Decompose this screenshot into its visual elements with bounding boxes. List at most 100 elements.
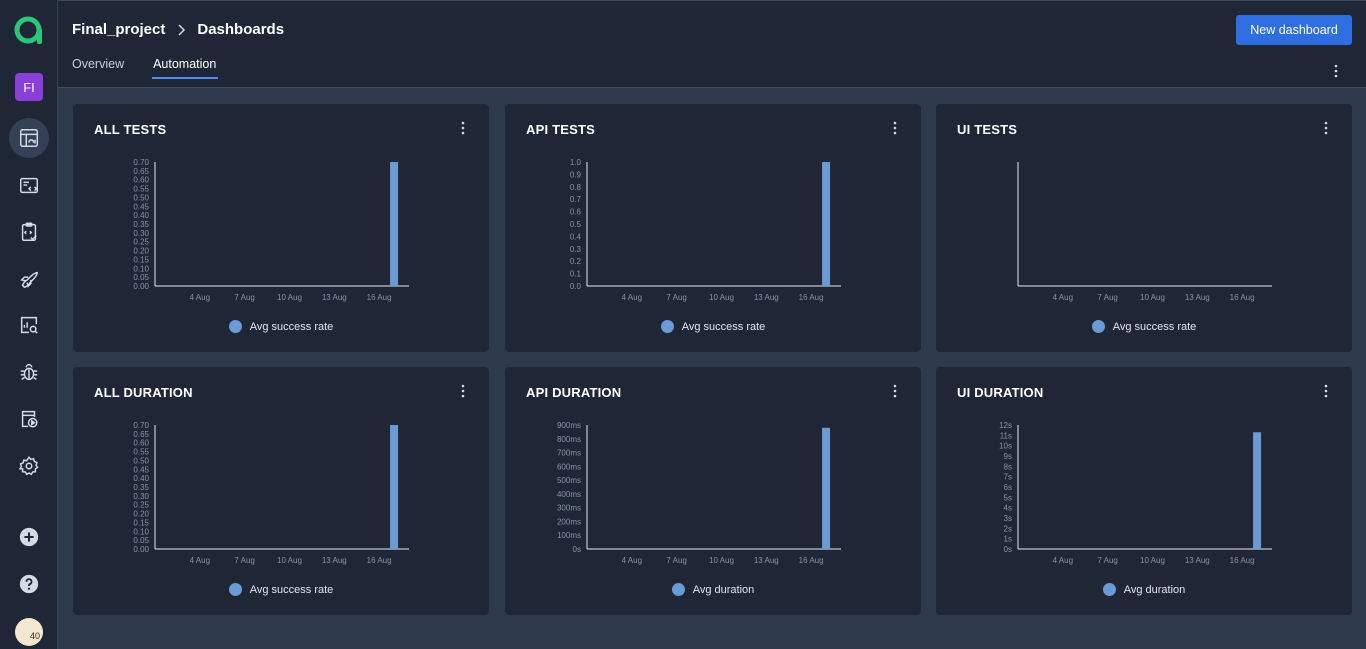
sidebar-item-test-cases[interactable] — [9, 212, 49, 252]
widget-more-button[interactable] — [887, 120, 903, 136]
widget-more-button[interactable] — [887, 383, 903, 399]
sidebar-item-tests[interactable] — [9, 166, 49, 206]
sidebar-item-launches[interactable] — [9, 259, 49, 299]
y-tick-label: 900ms — [557, 421, 581, 430]
y-tick-label: 0.60 — [133, 176, 149, 185]
chart-legend: Avg duration — [505, 583, 921, 596]
x-tick-label: 10 Aug — [1140, 293, 1165, 302]
widget-more-button[interactable] — [455, 383, 471, 399]
header-more-button[interactable] — [1328, 63, 1344, 79]
y-tick-label: 700ms — [557, 449, 581, 458]
x-tick-label: 13 Aug — [322, 556, 347, 565]
breadcrumb: Final_project Dashboards — [72, 21, 284, 38]
y-tick-label: 0.45 — [133, 202, 149, 211]
legend-label: Avg success rate — [681, 320, 766, 333]
chevron-right-icon — [178, 23, 186, 36]
new-dashboard-button[interactable]: New dashboard — [1236, 15, 1352, 45]
y-tick-label: 0.9 — [570, 170, 582, 179]
app-logo-icon[interactable] — [13, 14, 45, 46]
legend-swatch[interactable] — [1102, 583, 1116, 596]
more-vertical-icon — [893, 384, 897, 398]
y-tick-label: 0.20 — [133, 510, 149, 519]
y-tick-label: 3s — [1004, 514, 1012, 523]
x-tick-label: 13 Aug — [1185, 556, 1210, 565]
widget-title: API TESTS — [526, 122, 595, 137]
legend-swatch[interactable] — [228, 583, 242, 596]
sidebar-item-reports[interactable] — [9, 305, 49, 345]
chart-legend: Avg duration — [936, 583, 1352, 596]
legend-swatch[interactable] — [660, 320, 674, 333]
y-tick-label: 0.10 — [133, 264, 149, 273]
y-tick-label: 1s — [1004, 535, 1012, 544]
x-tick-label: 13 Aug — [322, 293, 347, 302]
y-tick-label: 0.35 — [133, 483, 149, 492]
widget-title: ALL TESTS — [94, 122, 167, 137]
more-vertical-icon — [1324, 384, 1328, 398]
chart-legend: Avg success rate — [73, 583, 489, 596]
widget-more-button[interactable] — [1318, 120, 1334, 136]
y-tick-label: 0.05 — [133, 273, 149, 282]
project-badge[interactable]: FI — [15, 73, 43, 101]
y-tick-label: 0.2 — [570, 257, 582, 266]
y-tick-label: 0.55 — [133, 448, 149, 457]
widget-more-button[interactable] — [455, 120, 471, 136]
more-vertical-icon — [1324, 121, 1328, 135]
widget-title: UI DURATION — [957, 385, 1044, 400]
rocket-icon — [20, 271, 38, 289]
tab-automation[interactable]: Automation — [152, 57, 219, 79]
legend-swatch[interactable] — [228, 320, 242, 333]
tab-overview[interactable]: Overview — [72, 57, 124, 79]
plus-circle-icon — [19, 527, 39, 547]
chart-bar — [822, 427, 831, 549]
y-tick-label: 0.65 — [133, 430, 149, 439]
sidebar: FI 40 — [0, 0, 58, 649]
widget-title: API DURATION — [526, 385, 622, 400]
widget-card: ALL DURATION 0.00 0.05 0.10 0.15 0.20 0.25 0.3… — [73, 367, 489, 615]
y-tick-label: 0.35 — [133, 220, 149, 229]
widget-chart: 0.0 0.1 0.2 0.3 0.4 0.5 0.6 0.7 0.8 0.9 1.0 4 Aug 7 … — [570, 158, 841, 302]
more-vertical-icon — [893, 121, 897, 135]
y-tick-label: 0.15 — [133, 518, 149, 527]
legend-label: Avg duration — [1123, 583, 1186, 596]
dashboard-icon — [20, 129, 38, 147]
x-tick-label: 4 Aug — [190, 293, 210, 302]
widget-chart: 4 Aug 7 Aug 10 Aug 13 Aug 16 Aug — [1017, 162, 1272, 302]
widget-chart: 0s 100ms 200ms 300ms 400ms 500ms 600ms 700ms 800… — [557, 421, 841, 565]
widget-card: API TESTS 0.0 0.1 0.2 0.3 0.4 0.5 0.6 0.7 0.8 0.9… — [505, 104, 921, 352]
sidebar-item-dashboards[interactable] — [9, 118, 49, 158]
y-tick-label: 0.45 — [133, 465, 149, 474]
y-tick-label: 0.15 — [133, 255, 149, 264]
add-button[interactable] — [9, 517, 49, 557]
x-tick-label: 10 Aug — [709, 556, 734, 565]
y-tick-label: 5s — [1004, 493, 1012, 502]
sidebar-item-defects[interactable] — [9, 352, 49, 392]
y-tick-label: 0.0 — [570, 282, 582, 291]
x-tick-label: 16 Aug — [1230, 293, 1255, 302]
y-tick-label: 0.00 — [133, 282, 149, 291]
legend-swatch[interactable] — [671, 583, 685, 596]
page-header: Final_project Dashboards Overview Automa… — [58, 0, 1366, 88]
x-tick-label: 7 Aug — [234, 293, 254, 302]
y-tick-label: 11s — [1000, 431, 1012, 440]
widget-card: ALL TESTS 0.00 0.05 0.10 0.15 0.20 0.25 0.30 0.… — [73, 104, 489, 352]
chart-bar — [822, 162, 831, 286]
y-tick-label: 600ms — [557, 462, 581, 471]
breadcrumb-project[interactable]: Final_project — [72, 21, 165, 38]
y-tick-label: 0.60 — [133, 439, 149, 448]
widget-more-button[interactable] — [1318, 383, 1334, 399]
chart-bar — [390, 425, 399, 549]
x-tick-label: 4 Aug — [190, 556, 210, 565]
user-avatar[interactable]: 40 — [15, 618, 43, 646]
more-vertical-icon — [461, 121, 465, 135]
help-icon — [19, 574, 39, 594]
legend-swatch[interactable] — [1091, 320, 1105, 333]
sidebar-item-test-runs[interactable] — [9, 399, 49, 439]
help-button[interactable] — [9, 564, 49, 604]
x-tick-label: 16 Aug — [367, 556, 392, 565]
chart-legend: Avg success rate — [73, 320, 489, 333]
y-tick-label: 0.05 — [133, 536, 149, 545]
y-tick-label: 800ms — [557, 435, 581, 444]
sidebar-item-settings[interactable] — [9, 446, 49, 486]
x-tick-label: 13 Aug — [754, 556, 779, 565]
y-tick-label: 100ms — [557, 531, 581, 540]
